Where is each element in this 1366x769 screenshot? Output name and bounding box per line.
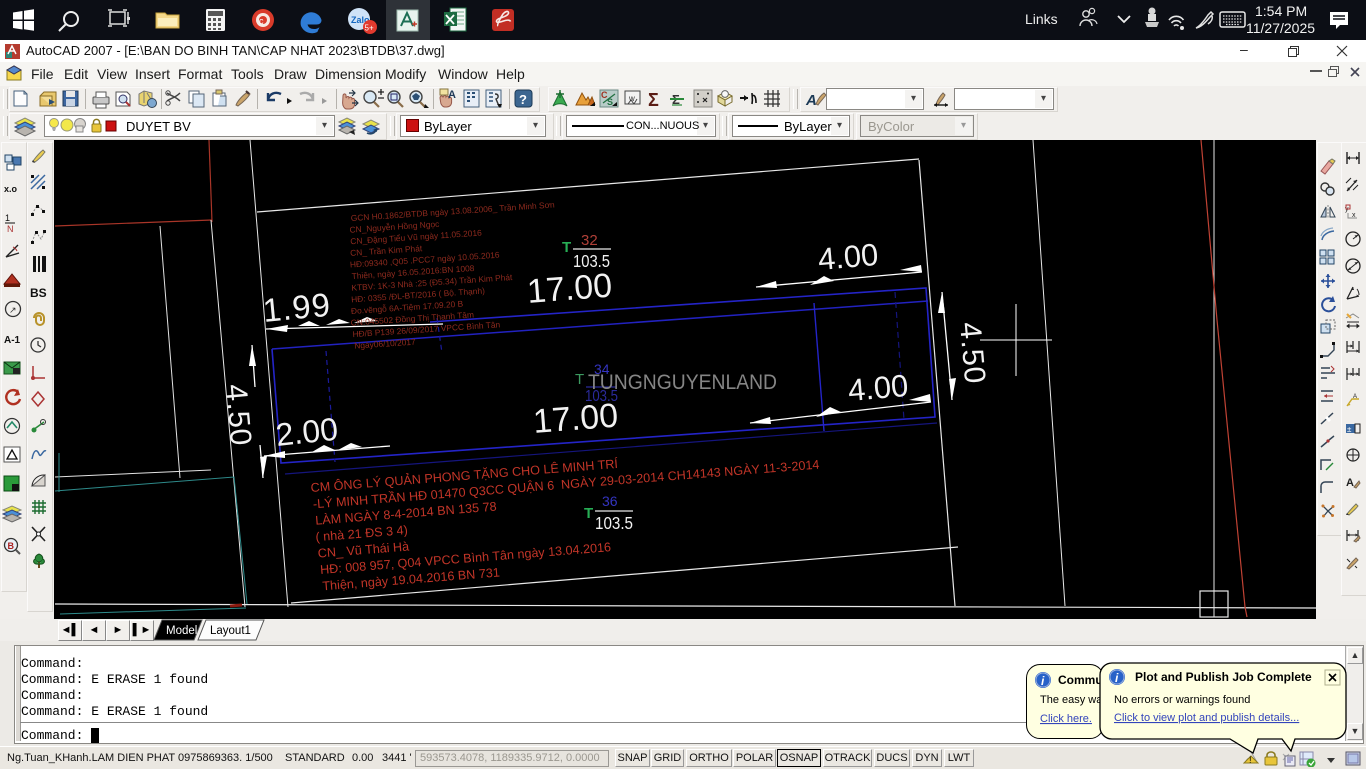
svg-text:1.99: 1.99	[261, 286, 332, 329]
svg-text:4.00: 4.00	[847, 368, 910, 408]
svg-text:±: ±	[1347, 425, 1352, 434]
svg-text:Σ: Σ	[648, 90, 659, 110]
svg-text:103.5: 103.5	[595, 513, 633, 533]
svg-text:T: T	[575, 371, 584, 388]
svg-text:Click here.: Click here.	[1040, 713, 1092, 725]
svg-text:Click to view plot and publish: Click to view plot and publish details..…	[1114, 712, 1299, 724]
svg-text:w: w	[628, 94, 635, 103]
svg-text:5+: 5+	[365, 24, 374, 33]
svg-text:A-1: A-1	[4, 335, 21, 346]
svg-text:2.00: 2.00	[274, 411, 340, 453]
svg-text:Commu: Commu	[1058, 673, 1103, 687]
svg-text:103.5: 103.5	[573, 251, 610, 271]
svg-text:Layout1: Layout1	[210, 625, 251, 637]
svg-text:BS: BS	[30, 286, 47, 300]
svg-text:c: c	[259, 16, 264, 26]
svg-text:N: N	[7, 224, 14, 234]
svg-text:4.50: 4.50	[953, 321, 991, 386]
svg-text:4.50: 4.50	[219, 383, 257, 448]
svg-text:x.o: x.o	[4, 184, 18, 194]
svg-text:T: T	[584, 505, 593, 522]
svg-text:Model: Model	[166, 625, 197, 637]
svg-text:TUNGNGUYENLAND: TUNGNGUYENLAND	[588, 371, 777, 394]
svg-text:The easy wa: The easy wa	[1040, 694, 1103, 706]
svg-text:S: S	[607, 97, 613, 107]
svg-text:4.00: 4.00	[817, 237, 880, 277]
svg-text:32: 32	[581, 232, 598, 249]
svg-text:36: 36	[602, 493, 618, 509]
svg-text:T: T	[562, 239, 571, 256]
svg-text:Plot and Publish Job Complete: Plot and Publish Job Complete	[1135, 670, 1312, 684]
svg-text:17.00: 17.00	[526, 267, 614, 311]
svg-text:?: ?	[519, 92, 527, 107]
svg-text:A: A	[805, 92, 817, 109]
svg-text:A: A	[448, 89, 456, 101]
svg-text:B: B	[8, 541, 15, 551]
svg-text:A: A	[1346, 477, 1354, 489]
svg-text:Ngày06/10/2017: Ngày06/10/2017	[354, 337, 416, 351]
svg-text:↗: ↗	[9, 305, 17, 315]
svg-text:A: A	[1353, 394, 1357, 400]
svg-text:GCN H0.1862/BTDB ngày 13.08.20: GCN H0.1862/BTDB ngày 13.08.2006_ Trần M…	[350, 199, 555, 223]
svg-text:1: 1	[5, 213, 10, 223]
svg-text:No errors or warnings found: No errors or warnings found	[1114, 694, 1250, 706]
